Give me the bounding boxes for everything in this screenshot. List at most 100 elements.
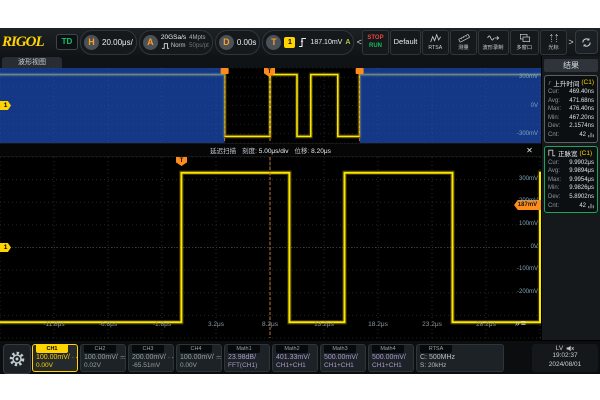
- screenshot-page: RIGOL TD H 20.00μs/ A 20GSa/s Norm 4Mpts…: [0, 0, 600, 400]
- time-axis-label: -1.8μs: [145, 321, 179, 328]
- min-value: 9.9826μs: [569, 184, 594, 193]
- channel-scale: 100.00mV/: [180, 354, 214, 361]
- close-icon[interactable]: ✕: [524, 145, 535, 156]
- time-axis-label: -11.8μs: [37, 321, 71, 328]
- channel-card-ch1[interactable]: CH1 100.00mV/ 0.00V: [32, 344, 78, 372]
- voltage-axis-label: 100mV: [506, 221, 538, 227]
- row-label: Cur:: [548, 159, 559, 168]
- run-label: RUN: [369, 42, 382, 50]
- time-axis-label: 28.2μs: [469, 321, 503, 328]
- row-label: Cnt:: [548, 131, 559, 140]
- row-label: Dev:: [548, 122, 560, 131]
- math-expression: CH1+CH1: [273, 362, 317, 369]
- channel-card-ch2[interactable]: CH2 100.00mV/ 0.02V: [80, 344, 126, 372]
- channel-card-ch4[interactable]: CH4 100.00mV/ 0.00V: [176, 344, 222, 372]
- gear-icon: [8, 350, 26, 368]
- math-scale: 401.33mV/: [273, 354, 317, 361]
- avg-value: 9.9894μs: [569, 167, 594, 176]
- rise-time-icon: [548, 79, 551, 87]
- positive-pulse-icon: [548, 149, 556, 157]
- rtsa-center-freq: C: 500MHz: [417, 354, 503, 361]
- math3-card[interactable]: Math3 500.00mV/ CH1+CH1: [320, 344, 366, 372]
- row-label: Max:: [548, 176, 561, 185]
- multi-window-button[interactable]: 多窗口: [510, 30, 539, 55]
- statistics-icon: [588, 132, 594, 138]
- results-sidebar: 结果 上升时间(C1) Cur:469.40ns Avg:471.68ns Ma…: [541, 56, 600, 340]
- measurement-card-rise-time[interactable]: 上升时间(C1) Cur:469.40ns Avg:471.68ns Max:4…: [544, 75, 598, 143]
- expand-toolbar-icon[interactable]: >: [568, 37, 574, 47]
- cursor-button[interactable]: 光标: [540, 30, 567, 55]
- waveform-plot-area[interactable]: 延迟扫描 刻度: 5.00μs/div 位移: 8.20μs ✕ T T 1 1…: [0, 68, 541, 340]
- row-label: Avg:: [548, 97, 560, 106]
- row-label: Dev:: [548, 193, 560, 202]
- rtsa-card[interactable]: RTSA C: 500MHz S: 20kHz: [416, 344, 504, 372]
- channel-tab: Math1: [228, 345, 260, 353]
- zoom-scale-label: 刻度:: [242, 148, 257, 155]
- run-stop-button[interactable]: STOP RUN: [362, 30, 389, 55]
- voltage-axis-label: 0V: [506, 103, 538, 109]
- cur-value: 9.9902μs: [569, 159, 594, 168]
- min-value: 467.20ns: [569, 114, 594, 123]
- results-header: 结果: [544, 59, 598, 72]
- default-button[interactable]: Default: [390, 30, 421, 55]
- time-axis-label: -6.8μs: [91, 321, 125, 328]
- waveform-record-icon: [487, 33, 500, 43]
- dc-coupling-icon: [216, 354, 221, 361]
- measure-button[interactable]: 测量: [450, 30, 477, 55]
- row-label: Min:: [548, 114, 559, 123]
- plot-menu-icon[interactable]: »≡: [515, 318, 527, 328]
- rising-edge-icon: [298, 37, 307, 48]
- channel-offset: 0.00V: [33, 362, 77, 369]
- lock-icon: [172, 354, 173, 361]
- horizontal-settings-button[interactable]: H 20.00μs/: [80, 30, 137, 55]
- measure-label: 测量: [458, 44, 468, 52]
- channel-offset: 0.00V: [177, 362, 221, 369]
- tab-waveform-view[interactable]: 波形视图: [2, 57, 62, 68]
- avg-value: 471.68ns: [569, 97, 594, 106]
- time-axis-label: 23.2μs: [415, 321, 449, 328]
- channel-offset: -65.51mV: [129, 362, 173, 369]
- channel-tab: CH3: [132, 345, 164, 353]
- oscilloscope-ui: RIGOL TD H 20.00μs/ A 20GSa/s Norm 4Mpts…: [0, 28, 600, 374]
- delay-settings-button[interactable]: D 0.00s: [215, 30, 261, 55]
- rtsa-button[interactable]: RTSA: [422, 30, 449, 55]
- math2-card[interactable]: Math2 401.33mV/ CH1+CH1: [272, 344, 318, 372]
- lock-icon: [76, 354, 77, 361]
- waveform-record-button[interactable]: 波形录制: [478, 30, 509, 55]
- acquire-badge: A: [143, 35, 158, 50]
- channel-scale: 100.00mV/: [36, 354, 70, 361]
- zoom-offset-value: 8.20μs: [311, 148, 331, 155]
- channel-tab: CH4: [180, 345, 212, 353]
- dc-coupling-icon: [72, 354, 74, 361]
- cursor-icon: [548, 33, 560, 43]
- time-axis-label: 3.2μs: [199, 321, 233, 328]
- row-label: Avg:: [548, 167, 560, 176]
- channel-tab: Math2: [276, 345, 308, 353]
- measurement-card-positive-width[interactable]: 正脉宽(C1) Cur:9.9902μs Avg:9.9894μs Max:9.…: [544, 146, 598, 214]
- channel-offset: 0.02V: [81, 362, 125, 369]
- dev-value: 2.1574ns: [569, 122, 594, 131]
- math1-card[interactable]: Math1 23.98dB/ FFT(CH1): [224, 344, 270, 372]
- math4-card[interactable]: Math4 500.00mV/ CH1+CH1: [368, 344, 414, 372]
- cur-value: 469.40ns: [569, 88, 594, 97]
- row-label: Cnt:: [548, 202, 559, 211]
- row-label: Min:: [548, 184, 559, 193]
- acquire-settings-button[interactable]: A 20GSa/s Norm 4Mpts 50ps/pt: [139, 30, 213, 55]
- multi-window-label: 多窗口: [517, 44, 533, 52]
- channel-tab: CH2: [84, 345, 116, 353]
- refresh-button[interactable]: [575, 30, 598, 54]
- channel-card-ch3[interactable]: CH3 200.00mV/ -65.51mV: [128, 344, 174, 372]
- circular-arrows-icon: [580, 36, 593, 49]
- voltage-axis-label: -100mV: [506, 266, 538, 272]
- speaker-muted-icon: [566, 345, 574, 352]
- clock-panel: LV 19:02:37 2024/08/01: [532, 344, 598, 372]
- trigger-settings-button[interactable]: T 1 187.10mV A: [262, 30, 354, 55]
- status-indicator: LV: [556, 345, 563, 352]
- voltage-axis-label: -200mV: [506, 289, 538, 295]
- channel-tab: RTSA: [420, 345, 452, 353]
- trigger-mode: A: [345, 39, 350, 46]
- cnt-value: 42: [579, 202, 586, 211]
- settings-button[interactable]: [3, 344, 31, 374]
- channel-tab: Math3: [324, 345, 356, 353]
- channel-scale: 100.00mV/: [84, 354, 118, 361]
